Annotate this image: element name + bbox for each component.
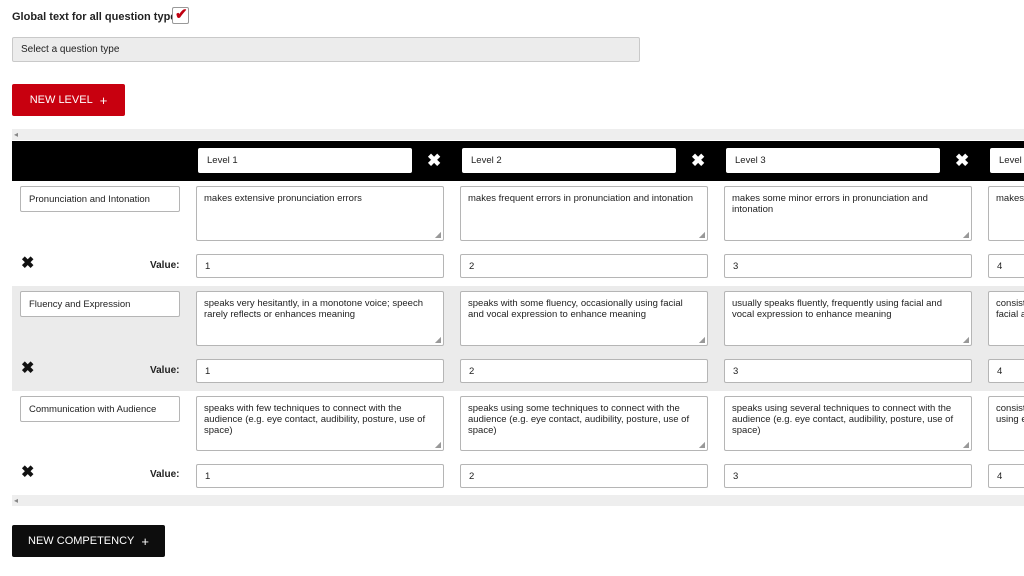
new-level-label: NEW LEVEL <box>29 94 93 106</box>
value-input[interactable]: 4 <box>988 254 1024 278</box>
level-description-textarea[interactable]: makes frequent errors in pronunciation a… <box>460 186 708 241</box>
level-description-textarea[interactable]: consist facial a <box>988 291 1024 346</box>
resize-grip-icon[interactable]: ◢ <box>435 441 441 449</box>
value-input[interactable]: 4 <box>988 464 1024 488</box>
level-description-textarea[interactable]: speaks with few techniques to connect wi… <box>196 396 444 451</box>
remove-level-icon[interactable]: ✖ <box>955 152 969 170</box>
value-label: Value: <box>150 469 180 480</box>
value-input[interactable]: 2 <box>460 464 708 488</box>
value-input[interactable]: 4 <box>988 359 1024 383</box>
description-text: speaks very hesitantly, in a monotone vo… <box>204 298 423 320</box>
value-input[interactable]: 3 <box>724 464 972 488</box>
description-text: speaks with few techniques to connect wi… <box>204 403 426 436</box>
new-competency-label: NEW COMPETENCY <box>28 535 135 547</box>
value-input[interactable]: 3 <box>724 254 972 278</box>
competency-name-input[interactable]: Communication with Audience <box>20 396 180 422</box>
description-text: makes frequent errors in pronunciation a… <box>468 193 693 204</box>
level-name-input[interactable]: Level 4 <box>990 148 1024 173</box>
resize-grip-icon[interactable]: ◢ <box>963 231 969 239</box>
resize-grip-icon[interactable]: ◢ <box>963 441 969 449</box>
delete-competency-icon[interactable]: ✖ <box>21 256 34 272</box>
horizontal-scrollbar-bottom[interactable]: ◂ <box>12 495 1024 506</box>
level-description-textarea[interactable]: makes <box>988 186 1024 241</box>
new-competency-button[interactable]: NEW COMPETENCY + <box>12 525 165 557</box>
level-description-textarea[interactable]: speaks using some techniques to connect … <box>460 396 708 451</box>
plus-icon: + <box>99 92 108 108</box>
question-type-select[interactable]: Select a question type <box>12 37 640 62</box>
description-text: makes <box>996 193 1024 204</box>
level-description-textarea[interactable]: makes some minor errors in pronunciation… <box>724 186 972 241</box>
remove-level-icon[interactable]: ✖ <box>691 152 705 170</box>
plus-icon: + <box>141 533 149 549</box>
competency-name-input[interactable]: Fluency and Expression <box>20 291 180 317</box>
description-text: speaks using some techniques to connect … <box>468 403 690 436</box>
level-description-textarea[interactable]: speaks with some fluency, occasionally u… <box>460 291 708 346</box>
description-text: speaks using several techniques to conne… <box>732 403 954 436</box>
value-input[interactable]: 2 <box>460 254 708 278</box>
level-description-textarea[interactable]: consist using e <box>988 396 1024 451</box>
resize-grip-icon[interactable]: ◢ <box>963 336 969 344</box>
value-label: Value: <box>150 365 180 376</box>
delete-competency-icon[interactable]: ✖ <box>21 361 34 377</box>
scroll-left-arrow-icon[interactable]: ◂ <box>14 129 18 140</box>
resize-grip-icon[interactable]: ◢ <box>435 336 441 344</box>
global-text-checkbox[interactable]: ✔ <box>172 6 189 24</box>
value-input[interactable]: 1 <box>196 254 444 278</box>
level-name-input[interactable]: Level 1 <box>198 148 412 173</box>
level-description-textarea[interactable]: usually speaks fluently, frequently usin… <box>724 291 972 346</box>
description-text: speaks with some fluency, occasionally u… <box>468 298 683 320</box>
level-name-input[interactable]: Level 3 <box>726 148 940 173</box>
description-text: makes extensive pronunciation errors <box>204 193 362 204</box>
description-text: makes some minor errors in pronunciation… <box>732 193 928 215</box>
competency-name-input[interactable]: Pronunciation and Intonation <box>20 186 180 212</box>
remove-level-icon[interactable]: ✖ <box>427 152 441 170</box>
description-text: consist facial a <box>996 298 1024 320</box>
value-input[interactable]: 2 <box>460 359 708 383</box>
resize-grip-icon[interactable]: ◢ <box>699 336 705 344</box>
new-level-button[interactable]: NEW LEVEL + <box>12 84 125 116</box>
value-label: Value: <box>150 260 180 271</box>
value-input[interactable]: 1 <box>196 464 444 488</box>
resize-grip-icon[interactable]: ◢ <box>435 231 441 239</box>
delete-competency-icon[interactable]: ✖ <box>21 465 34 481</box>
horizontal-scrollbar-top[interactable]: ◂ <box>12 129 1024 140</box>
checkmark-icon: ✔ <box>175 6 188 23</box>
resize-grip-icon[interactable]: ◢ <box>699 441 705 449</box>
description-text: consist using e <box>996 403 1024 425</box>
resize-grip-icon[interactable]: ◢ <box>699 231 705 239</box>
global-text-label: Global text for all question types: <box>12 11 187 23</box>
value-input[interactable]: 1 <box>196 359 444 383</box>
level-description-textarea[interactable]: makes extensive pronunciation errors ◢ <box>196 186 444 241</box>
level-name-input[interactable]: Level 2 <box>462 148 676 173</box>
level-description-textarea[interactable]: speaks using several techniques to conne… <box>724 396 972 451</box>
level-description-textarea[interactable]: speaks very hesitantly, in a monotone vo… <box>196 291 444 346</box>
description-text: usually speaks fluently, frequently usin… <box>732 298 943 320</box>
scroll-left-arrow-icon[interactable]: ◂ <box>14 495 18 506</box>
value-input[interactable]: 3 <box>724 359 972 383</box>
